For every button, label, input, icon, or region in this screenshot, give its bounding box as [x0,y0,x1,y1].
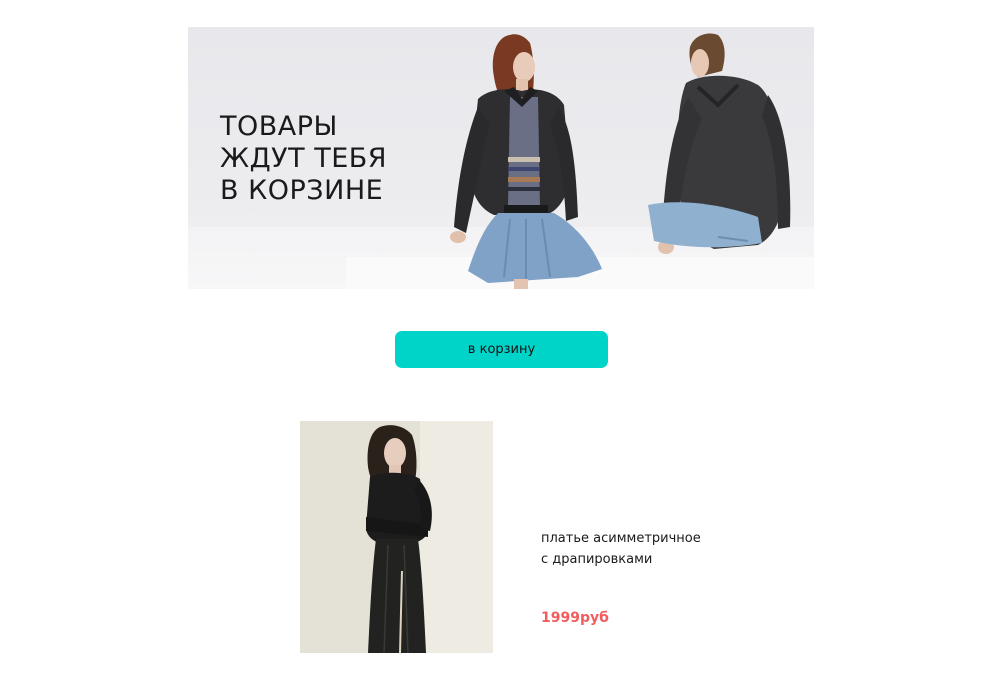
model-man [648,33,791,254]
product-price: 1999руб [541,610,609,626]
product-image[interactable] [300,421,493,653]
hero-title-line-2: ЖДУТ ТЕБЯ [220,143,388,174]
email-page: ТОВАРЫ ЖДУТ ТЕБЯ В КОРЗИНЕ в корзину пла… [0,0,1000,673]
hero-title-line-1: ТОВАРЫ [220,111,338,142]
product-name[interactable]: платье асимметричное с драпировками [541,528,701,570]
hero-models-image [450,33,791,289]
hero-banner[interactable]: ТОВАРЫ ЖДУТ ТЕБЯ В КОРЗИНЕ [188,27,814,289]
hero-title: ТОВАРЫ ЖДУТ ТЕБЯ В КОРЗИНЕ [220,111,387,207]
hero-title-line-3: В КОРЗИНЕ [220,175,384,206]
go-to-cart-button[interactable]: в корзину [395,331,608,368]
model-woman [450,34,602,289]
product-photo [300,421,493,653]
